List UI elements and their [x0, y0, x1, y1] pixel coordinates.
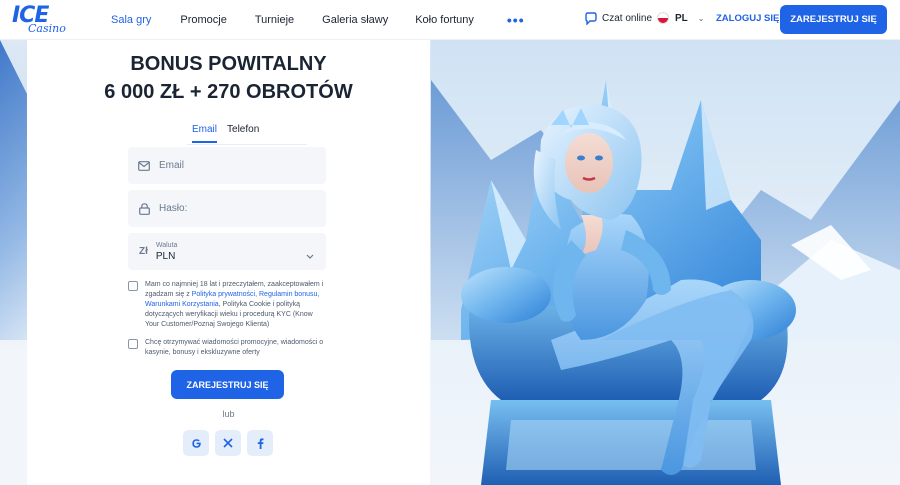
social-login-row — [183, 430, 279, 456]
currency-select[interactable]: Zł Waluta PLN — [128, 233, 326, 270]
nav-sala-gry[interactable]: Sala gry — [111, 14, 151, 26]
register-header-button[interactable]: ZAREJESTRUJ SIĘ — [780, 5, 887, 34]
registration-tabs: Email Telefon — [192, 124, 269, 143]
tab-email[interactable]: Email — [192, 124, 218, 143]
chevron-down-icon — [306, 247, 314, 265]
currency-value: PLN — [155, 250, 176, 262]
hero-illustration — [431, 40, 900, 485]
more-menu-icon[interactable]: ••• — [507, 12, 525, 28]
terms-of-use-link[interactable]: Warunkami Korzystania — [145, 301, 219, 308]
chat-icon — [585, 12, 597, 25]
chat-label: Czat online — [602, 13, 653, 24]
facebook-icon[interactable] — [247, 430, 273, 456]
nav-kolo-fortuny[interactable]: Koło fortuny — [415, 14, 474, 26]
currency-label: Waluta — [155, 241, 178, 249]
or-separator: lub — [222, 409, 235, 419]
tabs-divider — [187, 144, 307, 145]
google-icon[interactable] — [183, 430, 209, 456]
login-button[interactable]: ZALOGUJ SIĘ — [716, 13, 779, 24]
language-code: PL — [675, 12, 688, 24]
promo-text: Chcę otrzymywać wiadomości promocyjne, w… — [145, 339, 324, 356]
x-icon[interactable] — [215, 430, 241, 456]
terms-checkbox[interactable] — [128, 281, 138, 291]
poland-flag-icon — [657, 12, 669, 24]
password-placeholder: Hasło: — [159, 203, 188, 214]
email-field[interactable]: Email — [128, 147, 326, 184]
privacy-policy-link[interactable]: Polityka prywatności — [192, 291, 255, 298]
terms-consent-row: Mam co najmniej 18 lat i przeczytałem, z… — [128, 280, 325, 330]
password-field[interactable]: Hasło: — [128, 190, 326, 227]
bonus-title: BONUS POWITALNY 6 000 ZŁ + 270 OBROTÓW — [27, 50, 430, 106]
mail-icon — [138, 160, 150, 172]
language-selector[interactable]: PL ⌄ — [657, 12, 704, 24]
nav-promocje[interactable]: Promocje — [180, 14, 226, 26]
main-nav: Sala gry Promocje Turnieje Galeria sławy… — [100, 0, 525, 40]
nav-turnieje[interactable]: Turnieje — [255, 14, 294, 26]
promo-checkbox[interactable] — [128, 339, 138, 349]
email-placeholder: Email — [159, 160, 185, 171]
currency-symbol: Zł — [139, 246, 148, 257]
chevron-down-icon: ⌄ — [697, 13, 705, 23]
ice-casino-logo[interactable]: ICE Casino — [12, 3, 70, 37]
online-chat-button[interactable]: Czat online — [584, 12, 652, 25]
logo-subtext: Casino — [28, 22, 66, 35]
lock-icon — [138, 202, 150, 215]
bonus-terms-link[interactable]: Regulamin bonusu — [259, 291, 317, 298]
bonus-title-line1: BONUS POWITALNY — [130, 53, 327, 75]
terms-text: Mam co najmniej 18 lat i przeczytałem, z… — [145, 281, 324, 328]
tab-telefon[interactable]: Telefon — [227, 124, 259, 143]
bonus-title-line2: 6 000 ZŁ + 270 OBROTÓW — [104, 81, 353, 103]
register-submit-button[interactable]: ZAREJESTRUJ SIĘ — [171, 370, 284, 399]
top-header: ICE Casino Sala gry Promocje Turnieje Ga… — [0, 0, 900, 40]
registration-card: BONUS POWITALNY 6 000 ZŁ + 270 OBROTÓW E… — [27, 40, 430, 485]
promo-consent-row: Chcę otrzymywać wiadomości promocyjne, w… — [128, 338, 325, 358]
nav-galeria-slawy[interactable]: Galeria sławy — [322, 14, 388, 26]
